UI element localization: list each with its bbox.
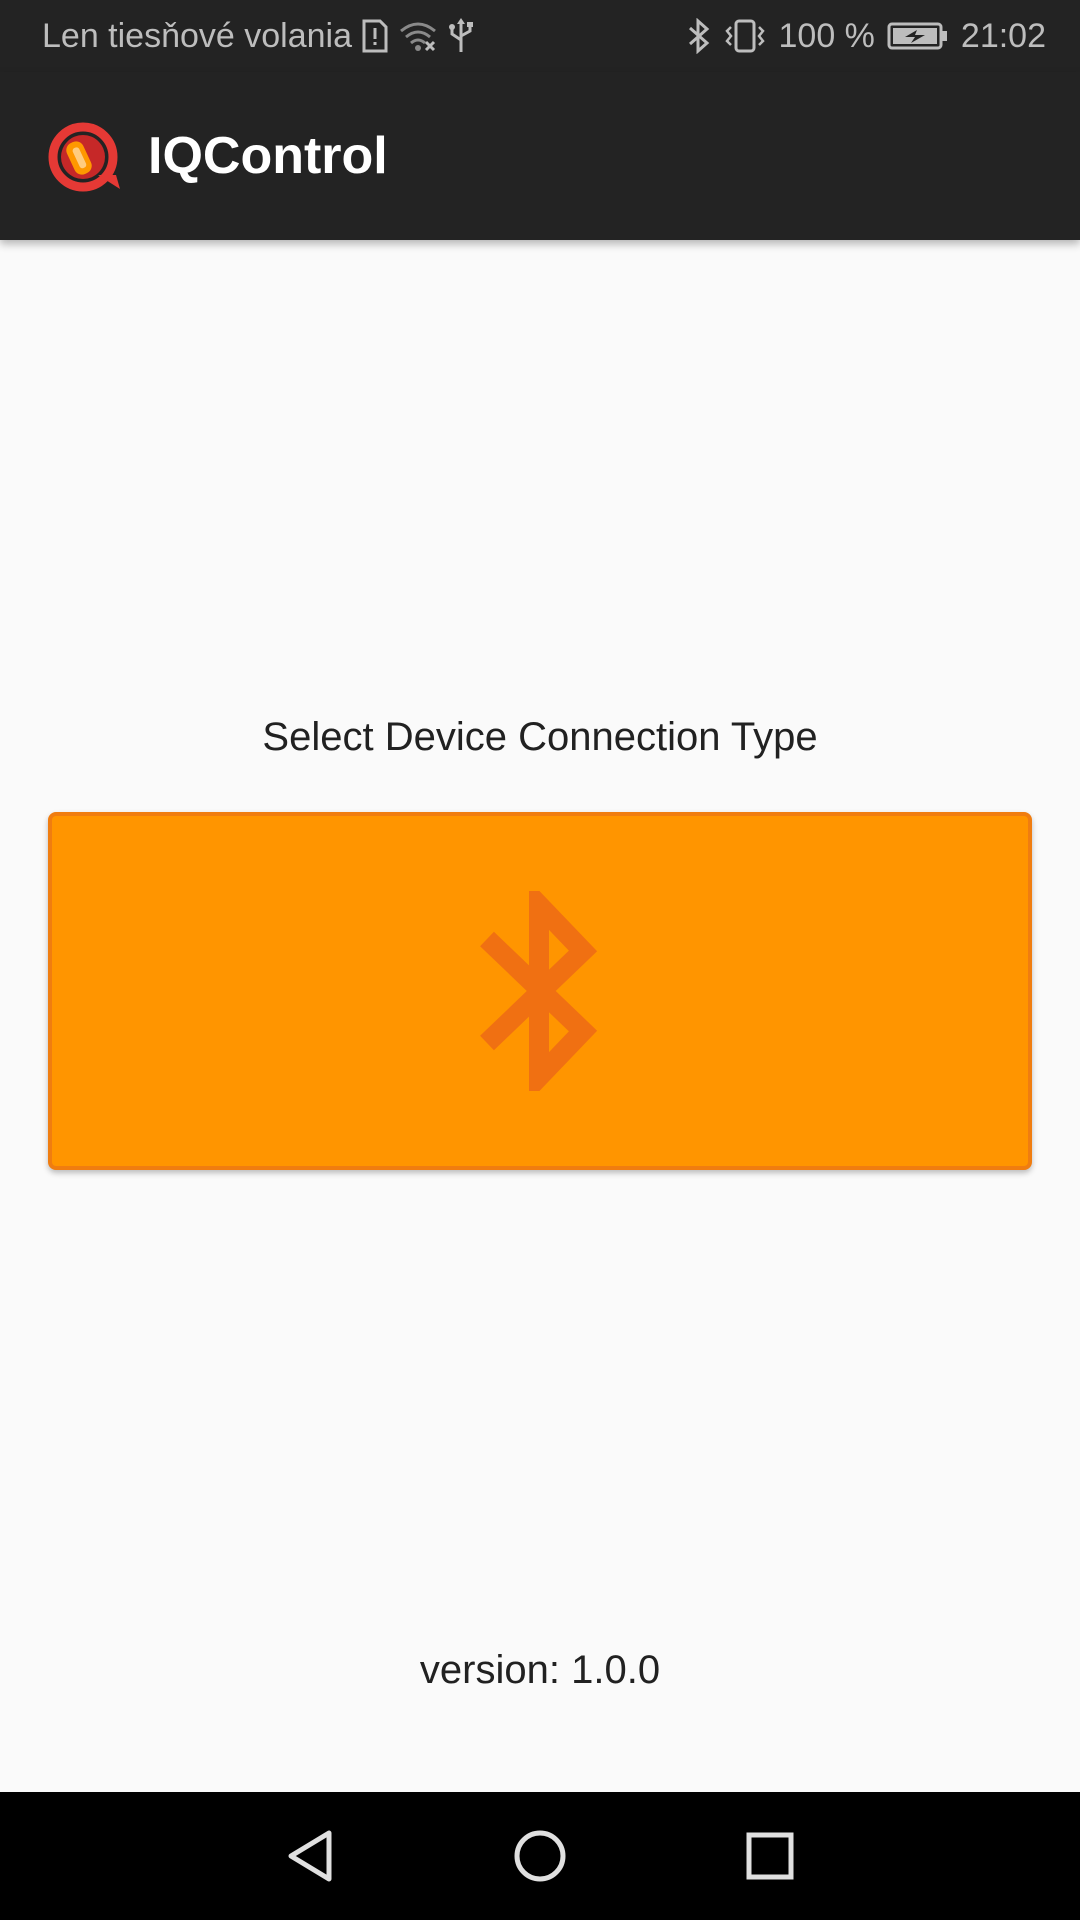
home-icon (513, 1829, 567, 1883)
back-button[interactable] (230, 1792, 390, 1920)
status-right: 100 % 21:02 (687, 16, 1046, 56)
clock-text: 21:02 (960, 16, 1046, 55)
app-bar: IQControl (0, 72, 1080, 240)
carrier-text: Len tiesňové volania (42, 16, 353, 55)
home-button[interactable] (460, 1792, 620, 1920)
iqcontrol-logo-icon (46, 117, 124, 195)
status-left: Len tiesňové volania (42, 17, 474, 56)
bluetooth-connection-button[interactable] (48, 812, 1032, 1170)
wifi-off-icon (398, 20, 438, 52)
navigation-bar (0, 1792, 1080, 1920)
bluetooth-icon (475, 891, 605, 1091)
vibrate-icon (723, 19, 767, 53)
version-label: version: 1.0.0 (419, 1648, 661, 1692)
battery-charging-icon (887, 21, 949, 51)
battery-percent-text: 100 % (778, 16, 875, 55)
back-icon (285, 1829, 335, 1883)
recents-icon (746, 1832, 794, 1880)
status-bar: Len tiesňové volania 100 % 21:02 (0, 0, 1080, 72)
bluetooth-icon (687, 18, 711, 54)
sim-alert-icon (362, 19, 388, 53)
usb-icon (448, 18, 474, 54)
recents-button[interactable] (690, 1792, 850, 1920)
connection-type-prompt: Select Device Connection Type (262, 715, 818, 759)
app-title: IQControl (148, 127, 388, 185)
